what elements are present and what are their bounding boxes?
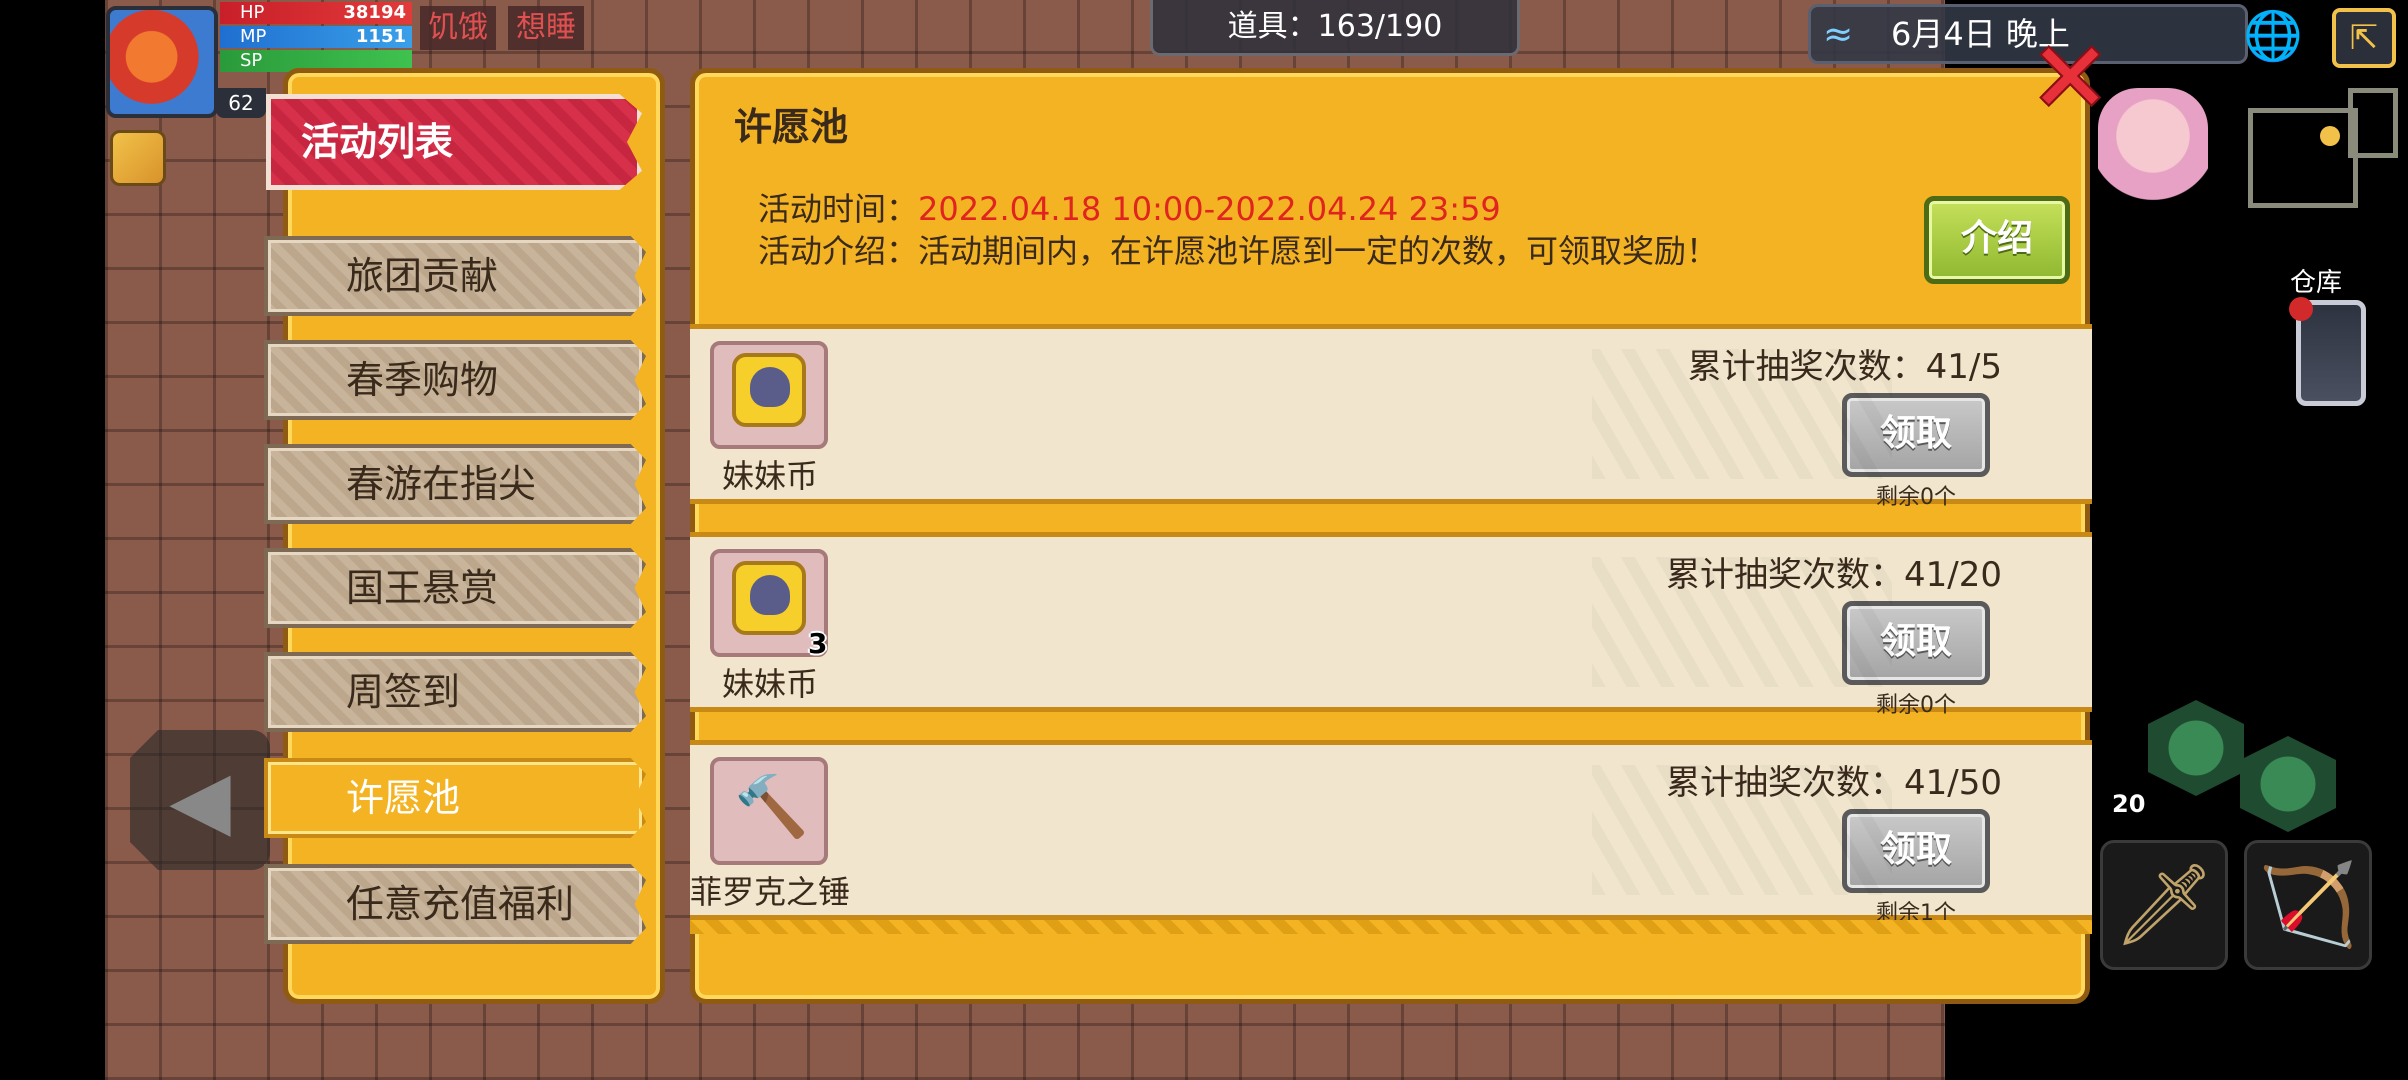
sister-coin-icon[interactable] bbox=[710, 341, 828, 449]
reward-item-name: 妹妹币 bbox=[721, 665, 818, 703]
bow-icon[interactable]: 🏹 bbox=[2244, 840, 2372, 970]
sidebar-item-king-bounty[interactable]: 国王悬赏 bbox=[264, 548, 646, 628]
coin-graphic bbox=[732, 561, 806, 635]
sidebar-item-weekly-signin[interactable]: 周签到 bbox=[264, 652, 646, 732]
claim-button[interactable]: 领取 bbox=[1842, 809, 1990, 893]
activity-time: 活动时间：2022.04.18 10:00-2022.04.24 23:59 bbox=[758, 184, 1501, 230]
move-left-arrow-icon[interactable]: ◀ bbox=[130, 730, 270, 870]
reward-row: 3 妹妹币 累计抽奖次数：41/20 领取 剩余0个 bbox=[690, 532, 2092, 718]
reward-item-quantity: 3 bbox=[808, 627, 828, 660]
close-icon[interactable]: ✕ bbox=[2030, 30, 2110, 126]
minimap[interactable] bbox=[2248, 88, 2398, 218]
hp-value: 38194 bbox=[343, 2, 406, 23]
sidebar-item-spring-tour[interactable]: 春游在指尖 bbox=[264, 444, 646, 524]
buff-icon[interactable] bbox=[110, 130, 166, 186]
minimap-room bbox=[2248, 108, 2358, 208]
hammer-icon[interactable]: 🔨 bbox=[710, 757, 828, 865]
date-time-display: ≈ 6月4日 晚上 bbox=[1808, 4, 2248, 64]
coin-graphic bbox=[732, 353, 806, 427]
activity-list-panel bbox=[283, 68, 665, 1004]
activity-list-header: 活动列表 bbox=[266, 94, 642, 190]
exit-icon[interactable]: ⇱ bbox=[2332, 8, 2396, 68]
remaining-count: 剩余0个 bbox=[1876, 693, 1956, 718]
sidebar-item-team-contribution[interactable]: 旅团贡献 bbox=[264, 236, 646, 316]
sidebar-item-recharge-bonus[interactable]: 任意充值福利 bbox=[264, 864, 646, 944]
intro-button[interactable]: 介绍 bbox=[1924, 196, 2070, 284]
reward-row: 妹妹币 累计抽奖次数：41/5 领取 剩余0个 bbox=[690, 324, 2092, 510]
minimap-player-marker bbox=[2320, 126, 2340, 146]
draw-count: 累计抽奖次数：41/20 bbox=[1666, 555, 2002, 595]
status-sleepy: 想睡 bbox=[508, 6, 584, 50]
page-title: 许愿池 bbox=[734, 105, 849, 149]
activity-description: 活动介绍：活动期间内，在许愿池许愿到一定的次数，可领取奖励！ bbox=[758, 226, 1718, 272]
player-avatar[interactable] bbox=[106, 6, 218, 118]
globe-icon[interactable]: 🌐 bbox=[2242, 8, 2304, 64]
activity-time-label: 活动时间： bbox=[758, 190, 919, 228]
player-stat-bars: HP 38194 MP 1151 SP bbox=[220, 2, 412, 74]
sidebar-item-spring-shopping[interactable]: 春季购物 bbox=[264, 340, 646, 420]
status-hungry: 饥饿 bbox=[420, 6, 496, 50]
phone-icon[interactable] bbox=[2289, 297, 2366, 406]
mp-bar: MP 1151 bbox=[220, 26, 412, 48]
draw-count: 累计抽奖次数：41/5 bbox=[1687, 347, 2002, 387]
claim-button[interactable]: 领取 bbox=[1842, 393, 1990, 477]
skill-count: 20 bbox=[2112, 790, 2146, 818]
hp-label: HP bbox=[240, 2, 265, 23]
wave-icon: ≈ bbox=[1823, 14, 1854, 55]
hp-bar: HP 38194 bbox=[220, 2, 412, 24]
sidebar-item-wishing-well[interactable]: 许愿池 bbox=[264, 758, 646, 838]
mp-value: 1151 bbox=[355, 26, 406, 47]
warehouse-label: 仓库 bbox=[2290, 268, 2343, 298]
mp-label: MP bbox=[240, 26, 267, 47]
panel-decorative-strip bbox=[690, 920, 2092, 934]
minimap-room bbox=[2348, 88, 2398, 158]
activity-desc-label: 活动介绍： bbox=[758, 232, 919, 270]
draw-count: 累计抽奖次数：41/50 bbox=[1666, 763, 2002, 803]
activity-time-value: 2022.04.18 10:00-2022.04.24 23:59 bbox=[918, 190, 1501, 228]
reward-item-name: 菲罗克之锤 bbox=[690, 873, 851, 911]
remaining-count: 剩余0个 bbox=[1876, 485, 1956, 510]
reward-row: 🔨 菲罗克之锤 累计抽奖次数：41/50 领取 剩余1个 bbox=[690, 740, 2092, 926]
player-level-badge: 62 bbox=[216, 88, 266, 118]
activity-desc-value: 活动期间内，在许愿池许愿到一定的次数，可领取奖励！ bbox=[918, 232, 1719, 270]
sp-label: SP bbox=[240, 50, 263, 71]
sword-icon[interactable]: 🗡 bbox=[2100, 840, 2228, 970]
claim-button[interactable]: 领取 bbox=[1842, 601, 1990, 685]
item-count-display[interactable]: 道具：163/190 bbox=[1150, 0, 1520, 56]
hammer-graphic: 🔨 bbox=[734, 772, 809, 842]
companion-avatar[interactable] bbox=[2098, 88, 2208, 208]
reward-item-name: 妹妹币 bbox=[721, 457, 818, 495]
